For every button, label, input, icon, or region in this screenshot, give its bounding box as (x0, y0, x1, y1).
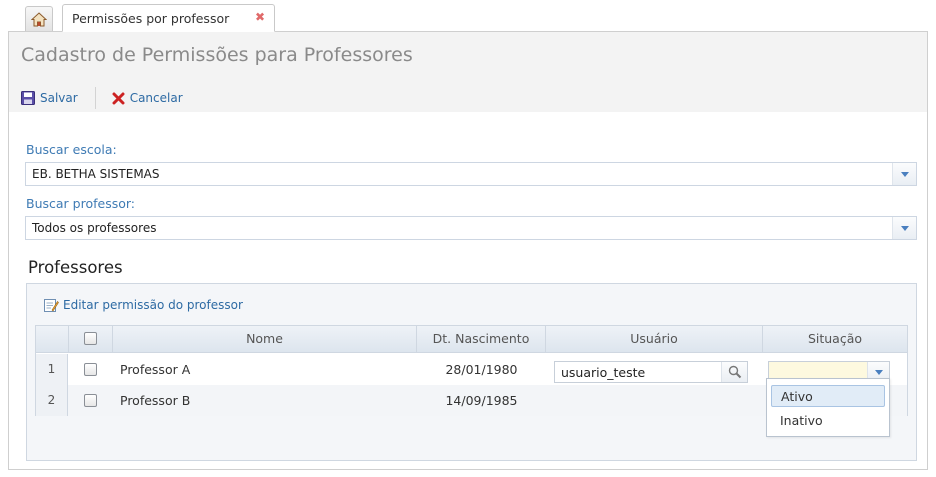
grid-header: Nome Dt. Nascimento Usuário Situação (36, 326, 907, 353)
row-number: 2 (36, 385, 68, 416)
tab-bar: Permissões por professor ✖ (0, 0, 936, 32)
header-nome[interactable]: Nome (113, 326, 417, 352)
teacher-dropdown-button[interactable] (892, 217, 916, 239)
cell-nome: Professor B (120, 393, 191, 408)
usuario-search-button[interactable] (721, 362, 747, 382)
panel-header: Cadastro de Permissões para Professores … (9, 32, 927, 112)
page-title: Cadastro de Permissões para Professores (21, 44, 413, 66)
header-situacao[interactable]: Situação (763, 326, 907, 352)
chevron-down-icon (900, 225, 909, 231)
cancel-button[interactable]: Cancelar (112, 91, 183, 105)
teacher-combobox[interactable]: Todos os professores (25, 216, 917, 240)
row-checkbox[interactable] (84, 363, 97, 376)
edit-permission-label: Editar permissão do professor (63, 298, 243, 312)
option-inativo[interactable]: Inativo (771, 410, 885, 432)
usuario-value: usuario_teste (561, 365, 646, 380)
chevron-down-icon (874, 369, 883, 375)
toolbar-divider (94, 87, 96, 109)
teacher-value: Todos os professores (32, 221, 157, 235)
row-checkbox[interactable] (84, 394, 97, 407)
cell-dt-nascimento: 14/09/1985 (445, 393, 518, 408)
select-all-checkbox[interactable] (84, 332, 97, 345)
usuario-input[interactable]: usuario_teste (554, 361, 748, 383)
toolbar: Salvar Cancelar (21, 87, 183, 109)
school-dropdown-button[interactable] (892, 163, 916, 185)
header-usuario[interactable]: Usuário (546, 326, 763, 352)
home-icon (31, 11, 47, 26)
school-combobox[interactable]: EB. BETHA SISTEMAS (25, 162, 917, 186)
edit-document-icon (44, 299, 59, 312)
floppy-disk-icon (21, 91, 35, 105)
edit-permission-button[interactable]: Editar permissão do professor (43, 297, 243, 313)
cell-nome: Professor A (120, 362, 191, 377)
cell-dt-nascimento: 28/01/1980 (445, 362, 518, 377)
tab-home[interactable] (25, 6, 53, 31)
section-title: Professores (28, 258, 123, 277)
situacao-dropdown-list: Ativo Inativo (766, 378, 890, 437)
header-rownum (36, 326, 69, 352)
close-icon[interactable]: ✖ (255, 10, 265, 24)
option-ativo[interactable]: Ativo (771, 385, 885, 407)
tab-label: Permissões por professor (72, 11, 230, 26)
cancel-label: Cancelar (129, 91, 183, 105)
header-select-all (69, 326, 113, 352)
tab-permissoes-por-professor[interactable]: Permissões por professor ✖ (62, 4, 275, 32)
save-button[interactable]: Salvar (21, 91, 78, 105)
cancel-x-icon (112, 92, 125, 104)
row-number: 1 (36, 354, 68, 385)
school-value: EB. BETHA SISTEMAS (32, 167, 160, 181)
header-dt-nascimento[interactable]: Dt. Nascimento (417, 326, 546, 352)
school-label: Buscar escola: (26, 142, 117, 157)
chevron-down-icon (900, 171, 909, 177)
save-label: Salvar (40, 91, 78, 105)
search-icon (728, 365, 741, 379)
teacher-label: Buscar professor: (26, 196, 135, 211)
